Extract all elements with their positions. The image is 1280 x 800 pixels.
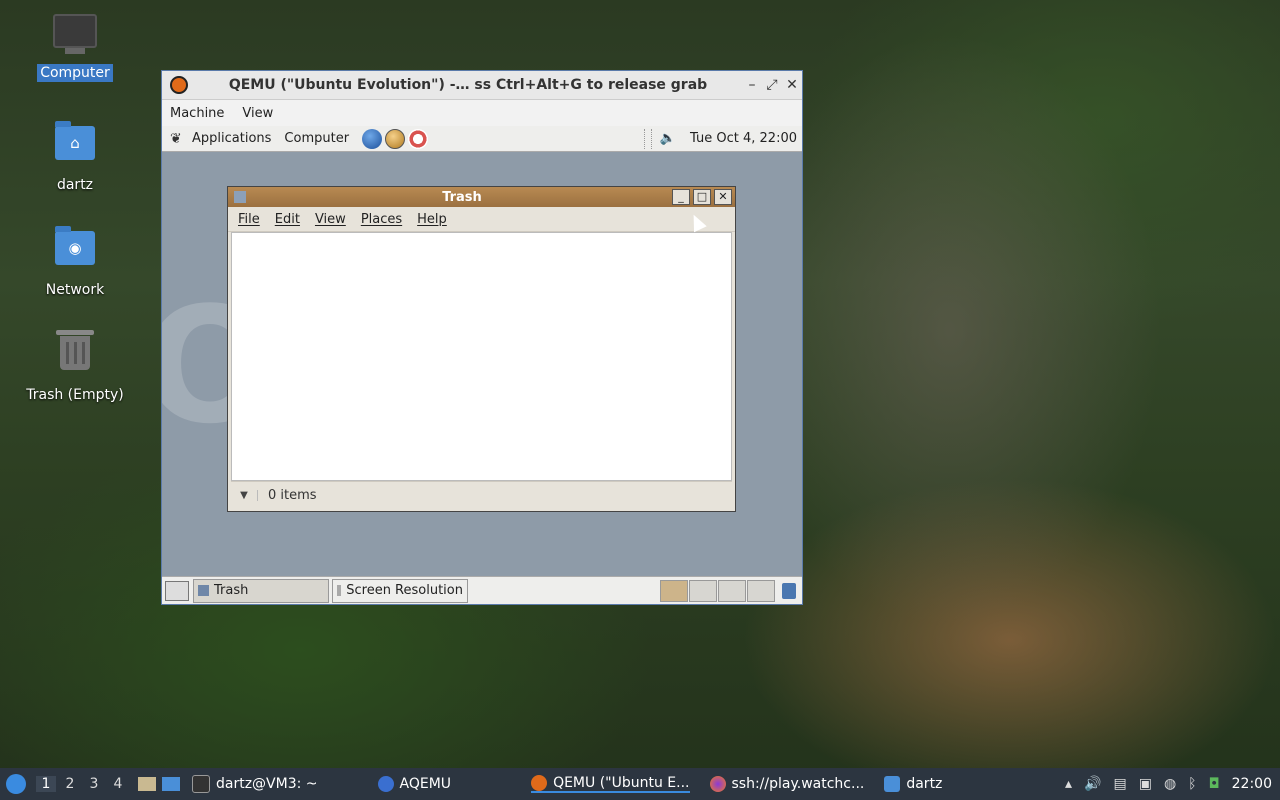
network-folder-icon: ◉ bbox=[53, 226, 97, 275]
trash-window-title: Trash bbox=[442, 189, 482, 205]
trash-task-icon bbox=[198, 585, 209, 596]
minimize-button[interactable]: _ bbox=[672, 189, 690, 205]
task-label: AQEMU bbox=[399, 776, 452, 792]
email-client-icon[interactable] bbox=[385, 128, 406, 149]
trash-menubar: File Edit View Places Help bbox=[228, 207, 735, 232]
panel-handle[interactable] bbox=[643, 128, 652, 149]
task-trash[interactable]: Trash bbox=[193, 578, 329, 603]
start-menu-icon[interactable] bbox=[6, 774, 26, 794]
host-clock[interactable]: 22:00 bbox=[1232, 776, 1272, 792]
maximize-button[interactable]: ⤢ bbox=[762, 77, 782, 93]
close-button[interactable]: ✕ bbox=[782, 77, 802, 93]
workspace-4[interactable] bbox=[747, 579, 775, 602]
desktop-icon-trash[interactable]: Trash (Empty) bbox=[20, 330, 130, 404]
menu-edit[interactable]: Edit bbox=[275, 212, 300, 227]
menu-places[interactable]: Places bbox=[361, 212, 402, 227]
file-manager-icon[interactable] bbox=[138, 777, 156, 791]
desktop-icon-label: dartz bbox=[56, 177, 94, 193]
folder-icon bbox=[884, 776, 901, 792]
help-icon[interactable] bbox=[408, 128, 429, 149]
close-button[interactable]: ✕ bbox=[714, 189, 732, 205]
trash-titlebar[interactable]: Trash _ □ ✕ bbox=[228, 187, 735, 207]
workspace-3[interactable] bbox=[718, 579, 746, 602]
task-label: dartz@VM3: ~ bbox=[216, 776, 318, 792]
show-desktop-icon[interactable] bbox=[162, 777, 180, 791]
computer-icon bbox=[53, 14, 97, 58]
display-settings-icon bbox=[337, 585, 342, 596]
clipboard-icon[interactable]: ▤ bbox=[1113, 776, 1126, 792]
web-browser-icon[interactable] bbox=[362, 128, 383, 149]
qemu-window-title: QEMU ("Ubuntu Evolution") -… ss Ctrl+Alt… bbox=[228, 77, 708, 93]
item-count: 0 items bbox=[268, 487, 317, 503]
system-tray: ▴ 🔊 ▤ ▣ ◍ ᛒ ◘ 22:00 bbox=[1053, 776, 1280, 792]
desktop-icon-label: Computer bbox=[37, 64, 113, 82]
task-label: Trash bbox=[214, 583, 249, 598]
desktop-icon-dartz[interactable]: ⌂ dartz bbox=[20, 120, 130, 194]
qemu-app-icon bbox=[170, 76, 188, 94]
gnome-foot-icon: ❦ bbox=[170, 130, 182, 147]
trash-applet-icon[interactable] bbox=[782, 582, 796, 599]
task-aqemu[interactable]: AQEMU bbox=[377, 776, 452, 792]
volume-icon[interactable]: 🔈 bbox=[660, 131, 676, 146]
qemu-menubar: Machine View bbox=[162, 100, 802, 126]
display-icon[interactable]: ▣ bbox=[1139, 776, 1152, 792]
task-label: ssh://play.watchc... bbox=[731, 776, 865, 792]
workspace-1[interactable] bbox=[660, 579, 688, 602]
menu-computer[interactable]: Computer bbox=[284, 131, 349, 146]
menu-view[interactable]: View bbox=[315, 212, 346, 227]
maximize-button[interactable]: □ bbox=[693, 189, 711, 205]
workspace-3[interactable]: 3 bbox=[84, 776, 104, 792]
bluetooth-icon[interactable]: ᛒ bbox=[1188, 776, 1196, 792]
trash-icon bbox=[53, 330, 97, 380]
guest-bottom-panel: Trash Screen Resolution bbox=[162, 576, 802, 604]
menu-applications[interactable]: Applications bbox=[192, 131, 271, 146]
menu-help[interactable]: Help bbox=[417, 212, 447, 227]
desktop-icon-label: Network bbox=[45, 282, 105, 298]
menu-machine[interactable]: Machine bbox=[170, 106, 224, 121]
tray-arrow-icon[interactable]: ▴ bbox=[1065, 776, 1072, 792]
trash-window[interactable]: Trash _ □ ✕ File Edit View Places Help ▼… bbox=[227, 186, 736, 512]
workspace-2[interactable]: 2 bbox=[60, 776, 80, 792]
trash-statusbar: ▼ 0 items bbox=[231, 481, 732, 508]
task-dartz-folder[interactable]: dartz bbox=[884, 776, 942, 792]
task-screen-resolution[interactable]: Screen Resolution bbox=[332, 578, 468, 603]
home-folder-icon: ⌂ bbox=[53, 121, 97, 170]
firefox-icon bbox=[709, 776, 726, 792]
task-firefox[interactable]: ssh://play.watchc... bbox=[709, 776, 865, 792]
desktop-icon-network[interactable]: ◉ Network bbox=[20, 225, 130, 299]
qemu-titlebar[interactable]: QEMU ("Ubuntu Evolution") -… ss Ctrl+Alt… bbox=[162, 71, 802, 100]
host-taskbar: 1 2 3 4 dartz@VM3: ~ AQEMU QEMU ("Ubuntu… bbox=[0, 768, 1280, 800]
desktop-icon-computer[interactable]: Computer bbox=[20, 14, 130, 82]
task-label: Screen Resolution bbox=[346, 583, 463, 598]
task-qemu[interactable]: QEMU ("Ubuntu E... bbox=[531, 775, 690, 793]
minimize-button[interactable]: – bbox=[742, 77, 762, 93]
guest-top-panel: ❦ Applications Computer 🔈 Tue Oct 4, 22:… bbox=[162, 126, 802, 152]
task-label: QEMU ("Ubuntu E... bbox=[553, 775, 690, 791]
menu-file[interactable]: File bbox=[238, 212, 260, 227]
workspace-2[interactable] bbox=[689, 579, 717, 602]
terminal-icon bbox=[192, 775, 210, 793]
workspace-4[interactable]: 4 bbox=[108, 776, 128, 792]
task-label: dartz bbox=[906, 776, 943, 792]
qemu-icon bbox=[531, 775, 548, 791]
chevron-down-icon[interactable]: ▼ bbox=[231, 489, 258, 501]
trash-file-area[interactable] bbox=[231, 232, 732, 481]
aqemu-icon bbox=[377, 776, 394, 792]
qemu-window[interactable]: QEMU ("Ubuntu Evolution") -… ss Ctrl+Alt… bbox=[161, 70, 803, 605]
trash-window-icon bbox=[234, 191, 246, 203]
guest-clock[interactable]: Tue Oct 4, 22:00 bbox=[690, 131, 797, 146]
update-icon[interactable]: ◍ bbox=[1164, 776, 1176, 792]
app-indicator-icon[interactable]: ◘ bbox=[1209, 776, 1220, 792]
workspace-1[interactable]: 1 bbox=[36, 776, 56, 792]
task-terminal[interactable]: dartz@VM3: ~ bbox=[192, 775, 318, 793]
show-desktop-icon[interactable] bbox=[165, 580, 189, 601]
menu-view[interactable]: View bbox=[242, 106, 273, 121]
desktop-icon-label: Trash (Empty) bbox=[26, 387, 124, 403]
guest-desktop: O t Trash _ □ ✕ File Edit View Places He… bbox=[162, 152, 802, 580]
volume-icon[interactable]: 🔊 bbox=[1084, 776, 1101, 792]
